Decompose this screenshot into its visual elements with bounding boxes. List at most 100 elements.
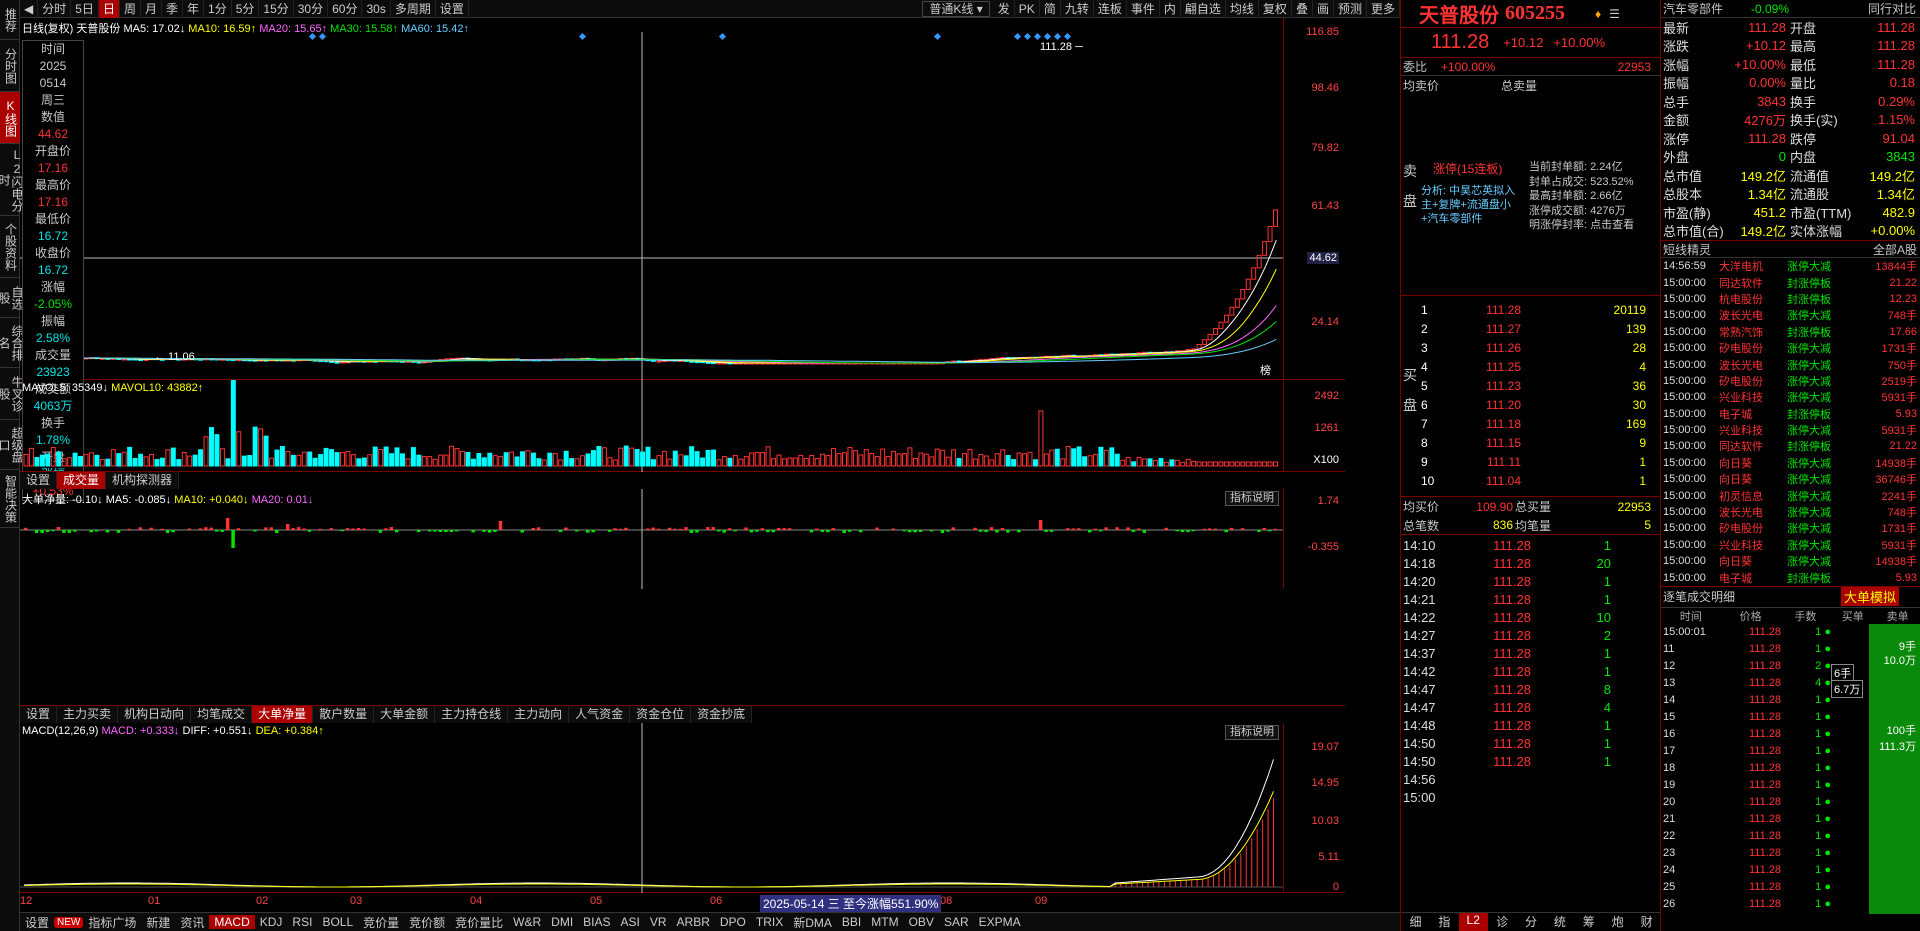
bottom-tab-2[interactable]: 指标广场: [83, 914, 141, 931]
period-tab-9[interactable]: 15分: [259, 0, 294, 18]
ddx-row-1[interactable]: 15:00:00 同达软件 封涨停板 21.22: [1661, 274, 1920, 290]
bottom-tab-1[interactable]: NEW: [54, 916, 84, 928]
volume-pane[interactable]: MAVOL5: 35349↓ MAVOL10: 43882↑ 2492 1261…: [20, 380, 1345, 472]
period-tab-13[interactable]: 多周期: [391, 0, 436, 18]
ddx-row-3[interactable]: 15:00:00 波长光电 涨停大减 748手: [1661, 307, 1920, 323]
toolbar-right-3[interactable]: 九转: [1061, 0, 1094, 18]
sidebar-tab-3[interactable]: L2闪电分时: [0, 144, 24, 216]
ddx-row-4[interactable]: 15:00:00 常熟汽饰 封涨停板 17.66: [1661, 324, 1920, 340]
toolbar-right-13[interactable]: 更多: [1367, 0, 1400, 18]
ddx-row-16[interactable]: 15:00:00 矽电股份 涨停大减 1731手: [1661, 520, 1920, 536]
period-tab-1[interactable]: 5日: [71, 0, 99, 18]
period-tab-5[interactable]: 季: [162, 0, 183, 18]
subtab-st2-3[interactable]: 均笔成交: [191, 706, 253, 723]
toolbar-right-1[interactable]: PK: [1015, 0, 1040, 18]
toolbar-right-12[interactable]: 预测: [1334, 0, 1367, 18]
bell-icon[interactable]: ♦: [1595, 7, 1601, 21]
bigorder-pane[interactable]: 大单净量: -0.10↓ MA5: -0.085↓ MA10: +0.040↓ …: [20, 489, 1345, 706]
ddx-row-15[interactable]: 15:00:00 波长光电 涨停大减 748手: [1661, 504, 1920, 520]
bottom-tab-11[interactable]: 竞价量比: [450, 914, 508, 931]
toolbar-right-4[interactable]: 连板: [1094, 0, 1127, 18]
subtab-st1-1[interactable]: 成交量: [57, 472, 107, 489]
toolbar-right-10[interactable]: 叠: [1292, 0, 1313, 18]
sidebar-tab-7[interactable]: 牛叉诊股: [0, 368, 24, 420]
period-tab-0[interactable]: 分时: [38, 0, 72, 18]
bottom-tab-24[interactable]: SAR: [939, 915, 974, 929]
subtab-st2-9[interactable]: 人气资金: [569, 706, 631, 723]
toolbar-right-2[interactable]: 简: [1040, 0, 1061, 18]
bid-row-4[interactable]: 5 111.23 36: [1401, 376, 1661, 395]
ddx-row-14[interactable]: 15:00:00 初灵信息 涨停大减 2241手: [1661, 487, 1920, 503]
bottom-tab-19[interactable]: TRIX: [751, 915, 788, 929]
ddx-row-2[interactable]: 15:00:00 杭电股份 封涨停板 12.23: [1661, 291, 1920, 307]
big-order-sim-button[interactable]: 大单模拟: [1841, 587, 1900, 607]
period-tab-7[interactable]: 1分: [204, 0, 232, 18]
subtab-st2-4[interactable]: 大单净量: [252, 706, 314, 723]
volume-chart[interactable]: [20, 380, 1283, 472]
ddx-row-12[interactable]: 15:00:00 向日葵 涨停大减 14938手: [1661, 455, 1920, 471]
kline-chart[interactable]: 111.28 ─ ← 11.06 榜: [20, 18, 1283, 380]
bottom-tab-10[interactable]: 竞价额: [404, 914, 450, 931]
ddx-filter-select[interactable]: 全部A股: [1841, 241, 1917, 258]
quote-tab-2[interactable]: L2: [1458, 913, 1488, 931]
subtab-st1-0[interactable]: 设置: [20, 472, 58, 489]
sidebar-tab-1[interactable]: 分时图: [0, 40, 20, 92]
subtab-st1-2[interactable]: 机构探测器: [106, 472, 180, 489]
bottom-tab-15[interactable]: ASI: [616, 915, 645, 929]
period-tab-4[interactable]: 月: [141, 0, 162, 18]
subtab-st2-10[interactable]: 资金仓位: [630, 706, 692, 723]
subtab-st2-7[interactable]: 主力持仓线: [435, 706, 509, 723]
bigorder-chart[interactable]: [20, 489, 1283, 589]
bottom-tab-21[interactable]: BBI: [837, 915, 866, 929]
bottom-tab-8[interactable]: BOLL: [317, 915, 358, 929]
ddx-row-6[interactable]: 15:00:00 波长光电 涨停大减 750手: [1661, 356, 1920, 372]
ddx-row-5[interactable]: 15:00:00 矽电股份 涨停大减 1731手: [1661, 340, 1920, 356]
kline-type-select[interactable]: 普通K线 ▾: [922, 0, 990, 17]
toolbar-right-9[interactable]: 复权: [1259, 0, 1292, 18]
bottom-tab-5[interactable]: MACD: [209, 915, 255, 929]
toolbar-right-11[interactable]: 画: [1313, 0, 1334, 18]
bottom-tab-0[interactable]: 设置: [20, 914, 54, 931]
bottom-tab-6[interactable]: KDJ: [255, 915, 288, 929]
period-tab-6[interactable]: 年: [183, 0, 205, 18]
period-tab-14[interactable]: 设置: [436, 0, 469, 18]
ddx-row-0[interactable]: 14:56:59 大洋电机 涨停大减 13844手: [1661, 258, 1920, 274]
quote-tab-7[interactable]: 炮: [1603, 913, 1632, 931]
bottom-tab-13[interactable]: DMI: [546, 915, 578, 929]
bottom-tab-9[interactable]: 竞价量: [358, 914, 404, 931]
bottom-tab-7[interactable]: RSI: [287, 915, 317, 929]
ddx-row-17[interactable]: 15:00:00 兴业科技 涨停大减 5931手: [1661, 537, 1920, 553]
bottom-tab-16[interactable]: VR: [645, 915, 672, 929]
bottom-tab-12[interactable]: W&R: [508, 915, 546, 929]
ddx-row-18[interactable]: 15:00:00 向日葵 涨停大减 14938手: [1661, 553, 1920, 569]
bid-row-1[interactable]: 2 111.27 139: [1401, 319, 1661, 338]
sidebar-tab-5[interactable]: 自选股: [0, 278, 24, 318]
menu-icon[interactable]: ☰: [1609, 7, 1620, 21]
bid-row-8[interactable]: 9 111.11 1: [1401, 452, 1661, 471]
bottom-tab-20[interactable]: 新DMA: [788, 914, 837, 931]
sidebar-tab-9[interactable]: 智能决策: [0, 470, 20, 528]
period-tab-10[interactable]: 30分: [294, 0, 329, 18]
bottom-tab-4[interactable]: 资讯: [175, 914, 209, 931]
ddx-row-13[interactable]: 15:00:00 向日葵 涨停大减 36746手: [1661, 471, 1920, 487]
macd-chart[interactable]: [20, 723, 1283, 893]
bid-row-0[interactable]: 1 111.28 20119: [1401, 300, 1661, 319]
sidebar-tab-6[interactable]: 综合排名: [0, 318, 24, 368]
quote-tab-3[interactable]: 诊: [1488, 913, 1517, 931]
subtab-st2-1[interactable]: 主力买卖: [57, 706, 119, 723]
ddx-row-8[interactable]: 15:00:00 兴业科技 涨停大减 5931手: [1661, 389, 1920, 405]
period-tab-3[interactable]: 周: [120, 0, 141, 18]
bid-row-7[interactable]: 8 111.15 9: [1401, 433, 1661, 452]
period-tab-12[interactable]: 30s: [362, 0, 391, 18]
subtab-st2-6[interactable]: 大单金额: [374, 706, 436, 723]
ddx-row-11[interactable]: 15:00:00 同达软件 封涨停板 21.22: [1661, 438, 1920, 454]
bid-row-2[interactable]: 3 111.26 28: [1401, 338, 1661, 357]
ddx-row-19[interactable]: 15:00:00 电子城 封涨停板 5.93: [1661, 569, 1920, 585]
bottom-tab-14[interactable]: BIAS: [578, 915, 615, 929]
ddx-row-7[interactable]: 15:00:00 矽电股份 涨停大减 2519手: [1661, 373, 1920, 389]
period-tab-2[interactable]: 日: [98, 0, 120, 18]
ddx-row-10[interactable]: 15:00:00 兴业科技 涨停大减 5931手: [1661, 422, 1920, 438]
sidebar-tab-2[interactable]: K线图: [0, 92, 20, 144]
subtab-st2-8[interactable]: 主力动向: [508, 706, 570, 723]
quote-tab-4[interactable]: 分: [1517, 913, 1546, 931]
